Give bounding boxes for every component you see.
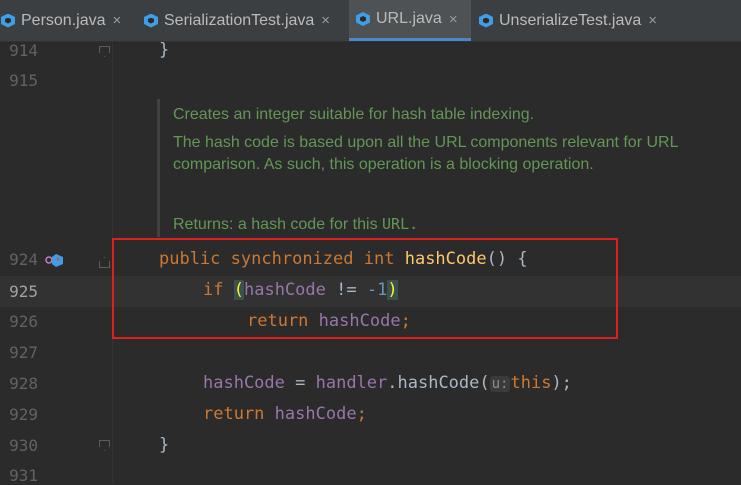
java-class-icon (355, 11, 371, 27)
line-number: 915 (9, 71, 38, 90)
tab-serializationtest-java[interactable]: SerializationTest.java × (143, 0, 346, 41)
doc-comment-line: Creates an integer suitable for hash tab… (173, 106, 535, 123)
close-icon[interactable]: × (449, 11, 458, 28)
tab-url-java[interactable]: URL.java × (349, 0, 471, 41)
doc-comment-line: comparison. As such, this operation is a… (173, 156, 594, 173)
line-number: 925 (9, 282, 38, 301)
doc-comment-bar (157, 99, 160, 237)
line-number: 931 (9, 466, 38, 485)
tab-label: URL.java (376, 10, 442, 27)
code-line-930: } (159, 435, 170, 455)
override-method-icon[interactable] (44, 251, 66, 269)
java-class-icon (143, 13, 159, 29)
java-class-icon (478, 13, 494, 29)
code-line-929: return hashCode; (203, 404, 367, 424)
line-number: 928 (9, 374, 38, 393)
tab-unserializetest-java[interactable]: UnserializeTest.java × (478, 0, 698, 41)
highlight-annotation-box (112, 238, 618, 339)
close-icon[interactable]: × (648, 12, 657, 29)
tab-label: Person.java (21, 11, 106, 29)
line-number: 929 (9, 405, 38, 424)
close-icon[interactable]: × (113, 12, 122, 29)
tab-label: UnserializeTest.java (499, 11, 642, 29)
tab-label: SerializationTest.java (164, 11, 315, 29)
code-line-928: hashCode = handler.hashCode(u: this); (203, 373, 572, 393)
editor-tab-bar: Person.java × SerializationTest.java × U… (0, 0, 741, 42)
doc-comment-returns: Returns: a hash code for this URL. (173, 215, 419, 233)
fold-marker[interactable] (99, 46, 110, 57)
line-number: 924 (9, 250, 38, 269)
code-line-914: } (159, 40, 170, 60)
close-icon[interactable]: × (321, 12, 330, 29)
fold-marker[interactable] (99, 440, 110, 451)
line-number: 926 (9, 312, 38, 331)
tab-person-java[interactable]: Person.java × (0, 0, 138, 41)
fold-marker[interactable] (99, 257, 110, 268)
line-number: 930 (9, 436, 38, 455)
doc-comment-line: The hash code is based upon all the URL … (173, 134, 679, 151)
line-number: 914 (9, 41, 38, 60)
line-number: 927 (9, 343, 38, 362)
java-class-icon (0, 13, 16, 29)
parameter-hint: u: (489, 376, 511, 392)
